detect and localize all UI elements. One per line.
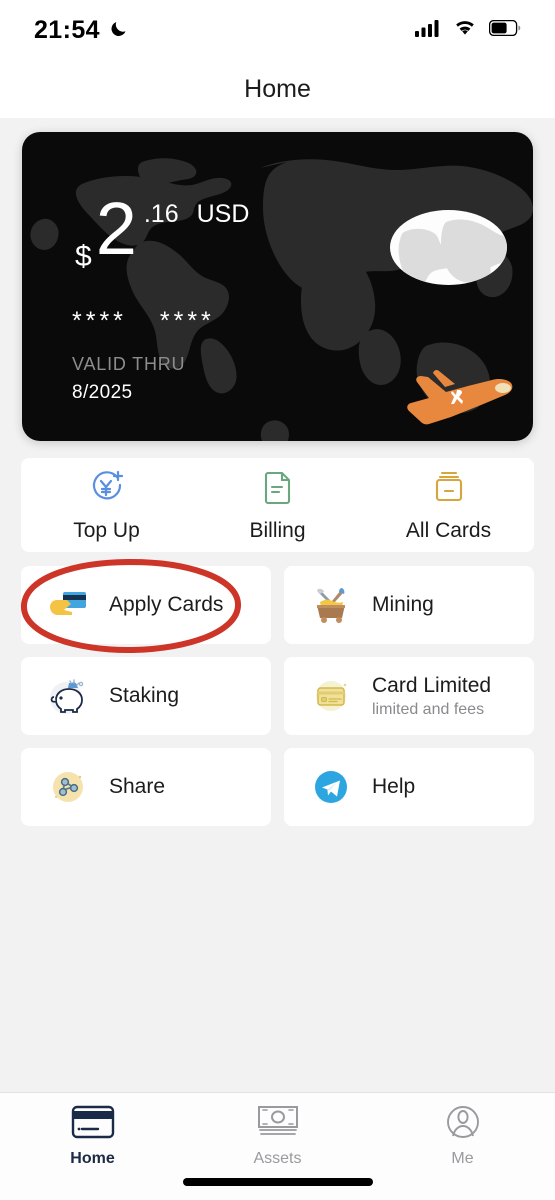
tile-text: Help [372,774,415,799]
bottom-tab-bar: Home Assets Me [0,1092,555,1200]
tile-text: Share [109,774,165,799]
tile-title: Card Limited [372,673,492,697]
tile-title: Share [109,775,166,799]
card-mask-group-1: **** [72,307,127,335]
mine-cart-icon [308,582,354,628]
tile-text: Mining [372,592,434,617]
card-masked-number: **** **** [72,307,237,336]
share-network-icon [45,764,91,810]
battery-icon [488,19,521,41]
tile-mining[interactable]: Mining [284,566,534,644]
tab-home[interactable]: Home [0,1105,185,1168]
tile-share[interactable]: Share [21,748,271,826]
tile-apply-cards[interactable]: Apply Cards [21,566,271,644]
tile-card-limited[interactable]: Card Limited limited and fees [284,657,534,735]
billing-document-icon [258,467,298,512]
balance-decimal: .16 [143,200,179,228]
cellular-signal-icon [415,19,441,42]
tile-help[interactable]: Help [284,748,534,826]
banknote-icon [256,1105,300,1144]
credit-card-icon [71,1105,115,1144]
airplane-icon [407,369,513,425]
quick-action-label: Billing [249,519,306,542]
page-title: Home [244,74,311,103]
top-up-icon [87,467,127,512]
crescent-moon-icon [109,18,129,43]
quick-action-label: Top Up [73,519,140,542]
home-indicator [182,1178,373,1186]
piggy-bank-icon [45,673,91,719]
balance-card[interactable]: $ 2 .16 USD **** **** VALID THRU 8/2025 [22,132,533,441]
card-mask-group-2: **** [159,307,215,335]
tab-label: Home [70,1150,115,1167]
tab-label: Assets [253,1150,302,1167]
status-bar: 21:54 [0,0,555,60]
app-screen: 21:54 Home $ 2 .16 USD **** **** VALID T… [0,0,555,1200]
tile-text: Staking [109,683,179,708]
telegram-icon [308,764,354,810]
valid-thru-date: 8/2025 [72,382,133,403]
status-bar-right [415,19,521,42]
all-cards-icon [429,467,469,512]
tab-label: Me [451,1150,474,1167]
tile-title: Staking [109,684,180,708]
gold-card-icon [308,673,354,719]
quick-actions-bar: Top Up Billing All Cards [21,458,534,552]
tile-title: Help [372,775,416,799]
tile-subtitle: limited and fees [372,701,485,719]
quick-action-label: All Cards [405,519,492,542]
balance-card-surface[interactable]: $ 2 .16 USD **** **** VALID THRU 8/2025 [22,132,533,441]
balance-currency-code: USD [196,200,250,228]
tab-assets[interactable]: Assets [185,1105,370,1168]
valid-thru-label: VALID THRU [72,354,186,374]
balance-currency-symbol: $ [75,240,92,273]
globe-logo-icon [390,210,507,285]
navigation-bar: Home [0,60,555,118]
tile-title: Apply Cards [109,593,224,617]
status-bar-left: 21:54 [34,16,129,45]
wifi-icon [453,19,477,42]
status-bar-time: 21:54 [34,15,100,44]
quick-action-all-cards[interactable]: All Cards [363,467,534,543]
hand-holding-card-icon [45,582,91,628]
feature-grid: Apply Cards Mining Staking Card Limited … [21,566,534,826]
tile-title: Mining [372,593,434,617]
person-circle-icon [441,1105,485,1144]
balance-integer: 2 [95,187,137,270]
tile-text: Card Limited limited and fees [372,673,491,719]
quick-action-billing[interactable]: Billing [192,467,363,543]
quick-action-top-up[interactable]: Top Up [21,467,192,543]
tile-staking[interactable]: Staking [21,657,271,735]
tile-text: Apply Cards [109,592,223,617]
tab-me[interactable]: Me [370,1105,555,1168]
card-balance: $ 2 .16 USD [75,187,250,273]
